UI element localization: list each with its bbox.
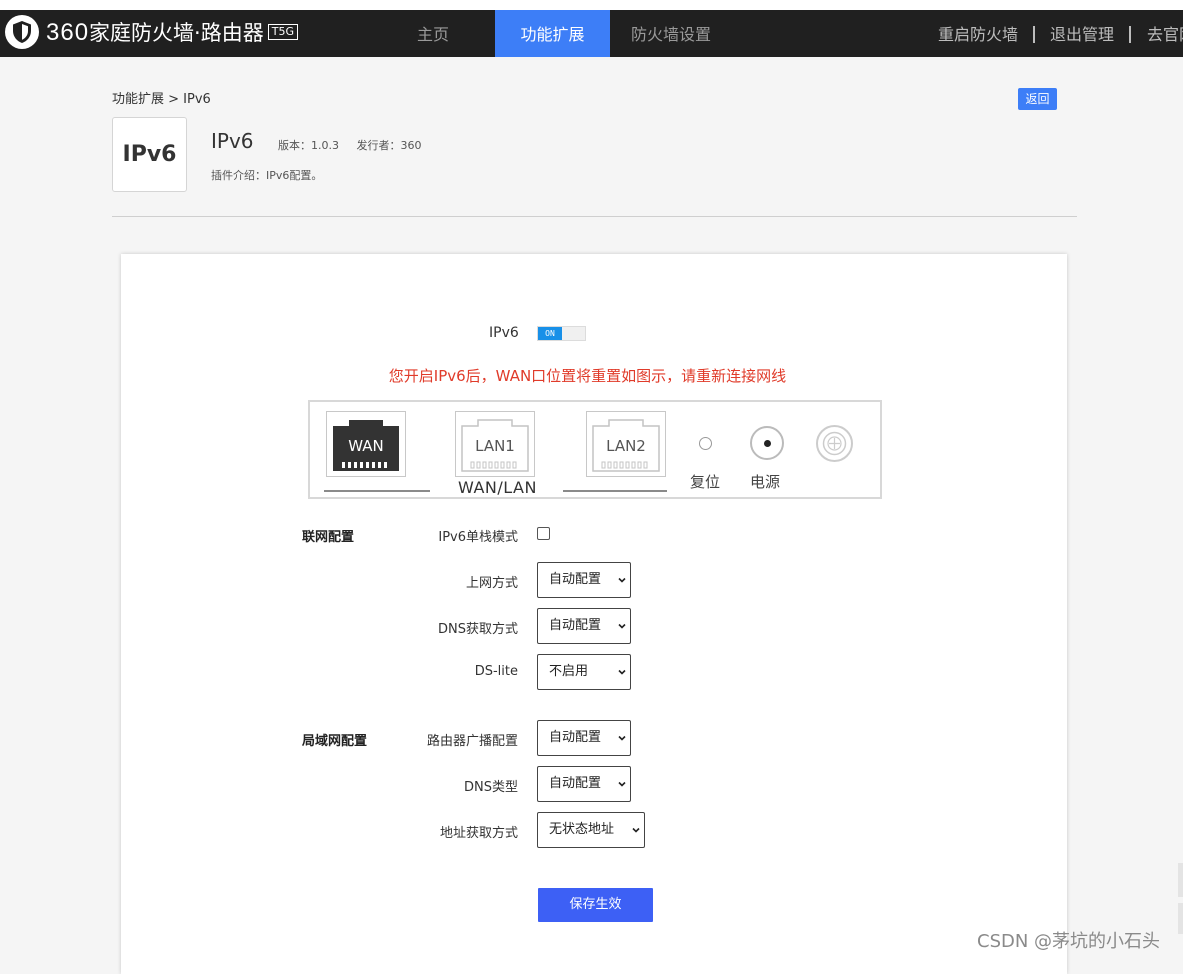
- warning-message: 您开启IPv6后，WAN口位置将重置如图示，请重新连接网线: [388, 367, 787, 385]
- ds-lite-value: 不启用: [549, 664, 589, 679]
- chevron-down-icon: [618, 577, 626, 583]
- dns-type-select[interactable]: 自动配置: [537, 766, 631, 802]
- back-button[interactable]: 返回: [1018, 88, 1057, 110]
- wan-underline: [324, 490, 430, 492]
- top-navbar: 360家庭防火墙·路由器 T5G 主页 功能扩展 防火墙设置 重启防火墙 退出管理…: [0, 10, 1183, 57]
- brand-number: 360: [46, 19, 90, 46]
- reset-hole-icon: [699, 437, 712, 450]
- plugin-publisher: 发行者：360: [356, 139, 422, 152]
- scrollbar-handle[interactable]: [1178, 903, 1183, 934]
- router-adv-label: 路由器广播配置: [426, 734, 518, 749]
- ds-lite-select[interactable]: 不启用: [537, 654, 631, 690]
- browser-top-strip: [0, 0, 1183, 10]
- single-stack-checkbox[interactable]: [537, 527, 550, 540]
- conn-type-select[interactable]: 自动配置: [537, 562, 631, 598]
- router-adv-value: 自动配置: [549, 730, 602, 745]
- dns-type-value: 自动配置: [549, 776, 602, 791]
- nav-divider: [1129, 26, 1131, 43]
- plugin-description: 插件介绍：IPv6配置。: [211, 169, 323, 182]
- plugin-meta: 版本：1.0.3 发行者：360: [278, 137, 436, 153]
- scrollbar-handle[interactable]: [1178, 863, 1183, 897]
- wan-lan-group-label: WAN/LAN: [458, 478, 537, 497]
- restart-firewall-link[interactable]: 重启防火墙: [938, 10, 1018, 57]
- shield-logo-icon: [5, 15, 39, 49]
- brand-text: 家庭防火墙·路由器: [89, 21, 264, 45]
- plugin-icon: IPv6: [112, 117, 187, 192]
- lan1-port-icon: LAN1: [461, 419, 529, 472]
- addr-method-value: 无状态地址: [549, 822, 615, 837]
- ds-lite-label: DS-lite: [474, 664, 518, 679]
- chevron-down-icon: [632, 827, 640, 833]
- power-button-icon: [750, 426, 784, 460]
- chevron-down-icon: [618, 781, 626, 787]
- chevron-down-icon: [618, 669, 626, 675]
- plugin-name: IPv6: [211, 129, 254, 153]
- wan-port: WAN: [326, 411, 406, 477]
- dns-method-value: 自动配置: [549, 618, 602, 633]
- chevron-down-icon: [618, 735, 626, 741]
- conn-type-value: 自动配置: [549, 572, 602, 587]
- dns-type-label: DNS类型: [464, 780, 518, 795]
- toggle-on-indicator: ON: [538, 327, 562, 340]
- reset-label: 复位: [690, 473, 721, 491]
- tab-firewall-settings[interactable]: 防火墙设置: [626, 10, 716, 57]
- dns-method-select[interactable]: 自动配置: [537, 608, 631, 644]
- ipv6-toggle[interactable]: ON: [537, 326, 586, 341]
- nav-divider: [1033, 26, 1035, 43]
- router-adv-select[interactable]: 自动配置: [537, 720, 631, 756]
- router-port-diagram: WAN LAN1 LAN2 WAN/LAN 复位 电源: [308, 400, 882, 499]
- header-divider: [112, 216, 1077, 217]
- breadcrumb[interactable]: 功能扩展 > IPv6: [112, 88, 211, 107]
- addr-method-select[interactable]: 无状态地址: [537, 812, 645, 848]
- plugin-version: 版本：1.0.3: [278, 139, 339, 152]
- antenna-connector-icon: [816, 425, 853, 462]
- wan-port-icon: WAN: [333, 420, 399, 471]
- single-stack-label: IPv6单栈模式: [438, 530, 518, 545]
- brand-title: 360家庭防火墙·路由器 T5G: [46, 17, 298, 47]
- chevron-down-icon: [618, 623, 626, 629]
- lan2-port-label: LAN2: [606, 437, 646, 455]
- addr-method-label: 地址获取方式: [439, 826, 518, 841]
- ipv6-toggle-label: IPv6: [489, 325, 519, 341]
- brand-logo[interactable]: 360家庭防火墙·路由器 T5G: [4, 12, 298, 52]
- logout-link[interactable]: 退出管理: [1050, 10, 1114, 57]
- lan-config-section-title: 局域网配置: [302, 734, 368, 749]
- lan2-port: LAN2: [586, 411, 666, 477]
- csdn-watermark: CSDN @茅坑的小石头: [977, 931, 1161, 952]
- lan2-port-icon: LAN2: [592, 419, 660, 472]
- save-apply-button[interactable]: 保存生效: [538, 888, 653, 922]
- model-badge: T5G: [267, 24, 298, 40]
- lan1-port: LAN1: [455, 411, 535, 477]
- power-label: 电源: [750, 473, 781, 491]
- official-site-link[interactable]: 去官网: [1147, 10, 1183, 57]
- lan1-port-label: LAN1: [475, 437, 515, 455]
- wan-config-section-title: 联网配置: [302, 530, 355, 545]
- tab-home[interactable]: 主页: [403, 10, 463, 57]
- conn-type-label: 上网方式: [465, 576, 518, 591]
- tab-extensions[interactable]: 功能扩展: [495, 10, 610, 57]
- lan-underline: [563, 490, 667, 492]
- dns-method-label: DNS获取方式: [438, 622, 518, 637]
- wan-port-label: WAN: [348, 437, 384, 455]
